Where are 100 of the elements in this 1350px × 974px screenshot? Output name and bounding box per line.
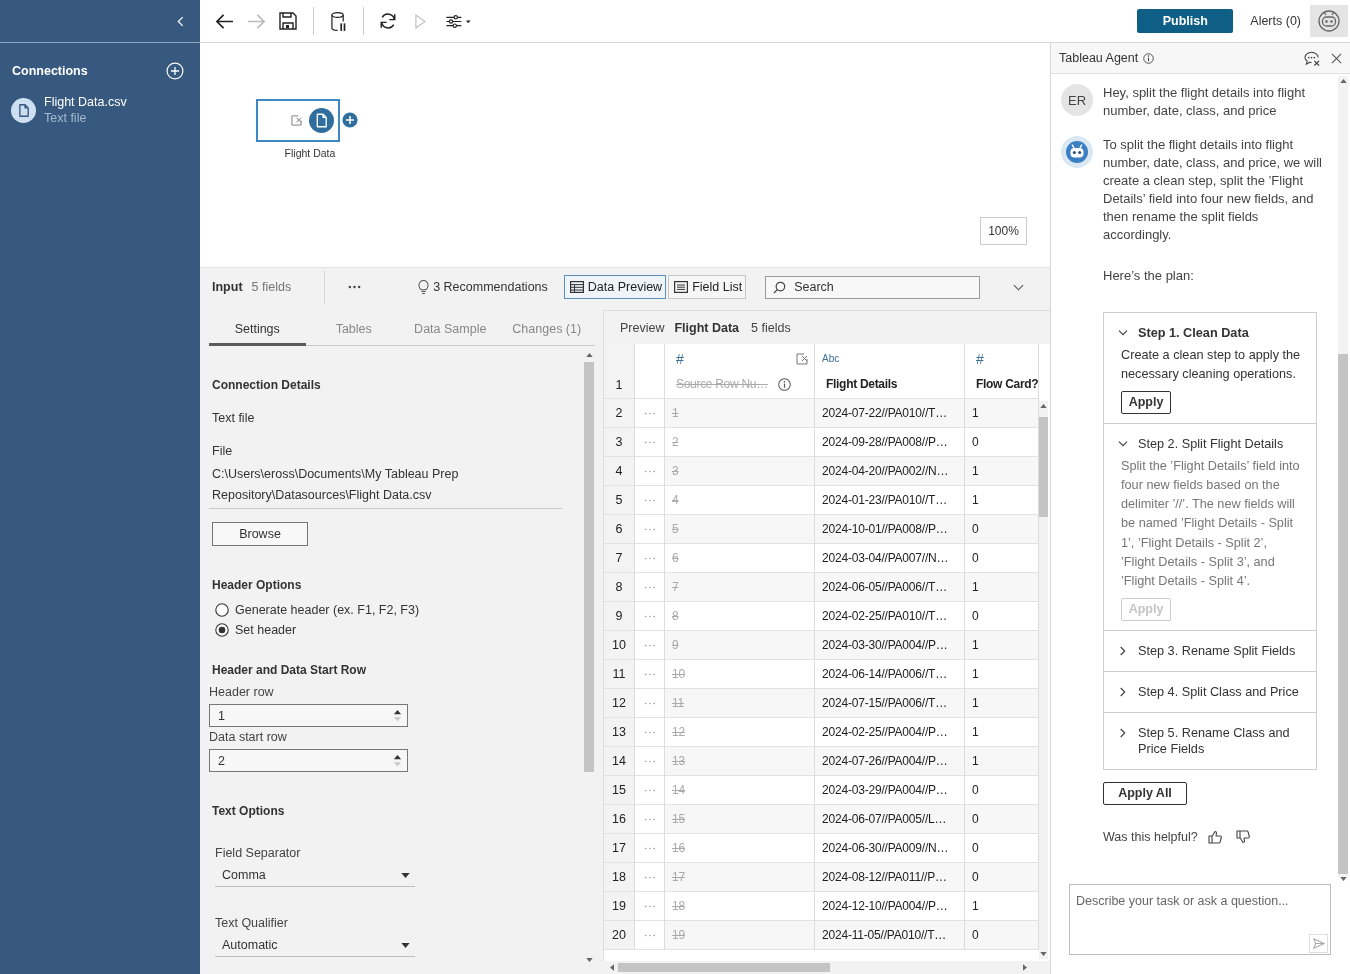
row-number: 11 xyxy=(604,660,635,689)
step-description: Create a clean step to apply the necessary cleaning operations. xyxy=(1121,347,1302,384)
step-title[interactable]: Step 4. Split Class and Price xyxy=(1138,683,1299,700)
scrollbar-thumb[interactable] xyxy=(618,963,830,972)
scrollbar-thumb[interactable] xyxy=(584,362,594,772)
scroll-up-icon[interactable] xyxy=(585,353,593,357)
panel-title: Input xyxy=(212,280,243,294)
feedback-question: Was this helpful? xyxy=(1103,829,1198,844)
chevron-down-icon[interactable] xyxy=(1118,440,1128,447)
section-heading: Header and Data Start Row xyxy=(212,662,368,678)
step-title[interactable]: Step 2. Split Flight Details xyxy=(1138,435,1284,452)
search-icon xyxy=(773,280,787,294)
thumbs-up-icon[interactable] xyxy=(1207,829,1222,844)
sliders-icon[interactable] xyxy=(444,14,472,28)
box-x-icon[interactable] xyxy=(796,353,808,365)
scrollbar[interactable] xyxy=(1338,76,1348,878)
chevron-down-icon[interactable] xyxy=(1013,283,1025,291)
search-field[interactable]: Search xyxy=(765,275,981,299)
scroll-down-icon[interactable] xyxy=(1040,952,1047,956)
row-number: 20 xyxy=(604,921,635,950)
scrollbar[interactable] xyxy=(1039,401,1048,959)
scrollbar-thumb[interactable] xyxy=(1338,354,1348,874)
table-cell: 9 xyxy=(665,631,815,660)
table-cell: 2024-03-30//PA004//P… xyxy=(815,631,965,660)
left-arrow-icon[interactable] xyxy=(214,12,234,30)
table-cell: 0 xyxy=(965,515,1039,544)
radio-label[interactable]: Generate header (ex. F1, F2, F3) xyxy=(235,603,420,617)
add-icon[interactable] xyxy=(341,111,359,129)
row-number: 15 xyxy=(604,776,635,805)
scrollbar-thumb[interactable] xyxy=(1039,417,1048,517)
table-cell: 15 xyxy=(665,805,815,834)
column-header[interactable]: Flight Details xyxy=(826,377,898,391)
message-input[interactable]: Describe your task or ask a question... xyxy=(1069,884,1331,955)
chevron-right-icon[interactable] xyxy=(1120,686,1126,697)
table-cell: 1 xyxy=(965,660,1039,689)
view-toggle[interactable]: Data Preview xyxy=(563,275,667,299)
zoom-level-button[interactable]: 100% xyxy=(980,217,1027,245)
column-header[interactable]: Flow Card? xyxy=(976,377,1039,391)
more-icon[interactable] xyxy=(348,285,362,289)
flow-node[interactable] xyxy=(256,99,340,142)
table-cell: 2024-07-22//PA010//T… xyxy=(815,399,965,428)
radio-button[interactable] xyxy=(215,603,229,617)
table-cell: 17 xyxy=(665,863,815,892)
robot-avatar-icon[interactable] xyxy=(1310,5,1348,37)
database-pause-icon[interactable] xyxy=(330,10,346,32)
add-icon[interactable] xyxy=(166,62,184,80)
field-type-label: Abc xyxy=(822,352,840,366)
caret-down-icon xyxy=(401,942,410,948)
publish-button[interactable]: Publish xyxy=(1137,9,1234,33)
field-label: Text Qualifier xyxy=(215,915,289,931)
dropdown[interactable]: Comma xyxy=(215,866,415,887)
chevron-right-icon[interactable] xyxy=(1120,645,1126,656)
tab[interactable]: Settings xyxy=(209,318,306,346)
scroll-left-icon[interactable] xyxy=(610,964,614,971)
info-icon[interactable] xyxy=(1143,52,1155,64)
apply-all-button[interactable]: Apply All xyxy=(1103,781,1187,805)
close-icon[interactable] xyxy=(1331,52,1342,64)
number-input[interactable]: 1 xyxy=(209,704,408,727)
dropdown[interactable]: Automatic xyxy=(215,936,415,957)
connections-heading: Connections xyxy=(12,64,88,78)
file-icon[interactable] xyxy=(11,97,36,123)
radio-label[interactable]: Set header xyxy=(235,623,297,637)
apply-button[interactable]: Apply xyxy=(1121,390,1171,414)
box-x-icon[interactable] xyxy=(291,115,302,126)
lightbulb-icon xyxy=(418,279,430,295)
table-cell: 0 xyxy=(965,602,1039,631)
table-cell: 1 xyxy=(965,457,1039,486)
view-toggle[interactable]: Field List xyxy=(668,275,747,299)
thumbs-down-icon[interactable] xyxy=(1235,829,1250,844)
connection-name[interactable]: Flight Data.csv xyxy=(44,95,127,109)
table-cell: 0 xyxy=(965,805,1039,834)
number-input[interactable]: 2 xyxy=(209,749,408,772)
row-number: 13 xyxy=(604,718,635,747)
table-cell: 7 xyxy=(665,573,815,602)
table-cell: 1 xyxy=(665,399,815,428)
chevron-down-icon[interactable] xyxy=(1118,330,1128,336)
row-number: 10 xyxy=(604,631,635,660)
step-title[interactable]: Step 1. Clean Data xyxy=(1138,325,1249,341)
node-label: Flight Data xyxy=(283,147,337,159)
info-icon[interactable] xyxy=(777,377,791,391)
scroll-up-icon[interactable] xyxy=(1040,404,1047,408)
step-title[interactable]: Step 3. Rename Split Fields xyxy=(1138,642,1296,659)
spinner-arrows-icon[interactable] xyxy=(393,708,402,723)
browse-button[interactable]: Browse xyxy=(212,522,308,546)
spinner-arrows-icon[interactable] xyxy=(393,753,402,768)
chevron-right-icon[interactable] xyxy=(1120,727,1126,738)
refresh-icon[interactable] xyxy=(379,12,397,30)
radio-button[interactable] xyxy=(215,623,229,637)
scroll-down-icon[interactable] xyxy=(585,958,593,962)
floppy-disk-icon[interactable] xyxy=(279,12,297,30)
field-label: Field Separator xyxy=(215,845,302,861)
recommendations-button[interactable]: 3 Recommendations xyxy=(418,279,548,295)
alerts-button[interactable]: Alerts (0) xyxy=(1250,14,1301,28)
chevron-left-icon[interactable] xyxy=(177,15,184,27)
scroll-up-icon[interactable] xyxy=(1339,79,1347,83)
speech-bubble-x-icon[interactable] xyxy=(1304,50,1321,66)
table-cell: 2024-02-25//PA010//T… xyxy=(815,602,965,631)
scroll-right-icon[interactable] xyxy=(1023,964,1027,971)
step-title[interactable]: Step 5. Rename Class and Price Fields xyxy=(1138,724,1302,757)
table-cell: 2024-08-12//PA011//P… xyxy=(815,863,965,892)
